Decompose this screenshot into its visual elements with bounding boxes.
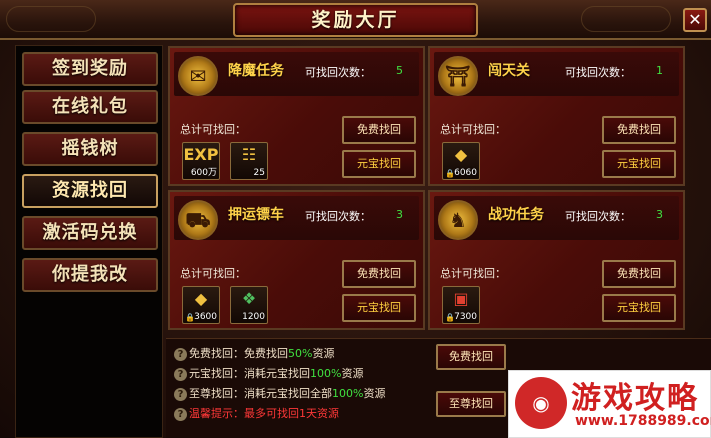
count-label: 可找回次数：	[305, 210, 371, 223]
recovery-panel-trial-pass: ⛩ 闯天关 可找回次数： 1 总计可找回： ◆ 🔒 6060 免费找回 元宝找回	[428, 46, 685, 186]
panel-title: 闯天关	[488, 63, 530, 79]
gold-recover-button[interactable]: 元宝找回	[602, 150, 676, 178]
note-percent: 100%	[310, 367, 342, 380]
note-text: 免费找回：免费找回	[189, 347, 288, 360]
item-quantity: 3600	[194, 312, 217, 322]
item-glyph: ☷	[241, 145, 257, 164]
item-glyph: ◆	[454, 145, 468, 164]
free-recover-button[interactable]: 免费找回	[342, 116, 416, 144]
count-value: 1	[656, 64, 663, 77]
panel-title: 战功任务	[488, 207, 544, 223]
item-quantity: 1200	[242, 312, 265, 322]
note-gold: ? 元宝找回：消耗元宝找回100%资源	[174, 365, 363, 381]
note-free: ? 免费找回：免费找回50%资源	[174, 345, 334, 361]
note-percent: 100%	[332, 387, 364, 400]
cart-icon: ⛟	[178, 200, 218, 240]
count-value: 5	[396, 64, 403, 77]
gold-ingot-icon[interactable]: ◆ 🔒 6060	[442, 142, 480, 180]
recovery-panel-escort-cart: ⛟ 押运镖车 可找回次数： 3 总计可找回： ◆ 🔒 3600 ❖ 1200 免…	[168, 190, 425, 330]
count-value: 3	[656, 208, 663, 221]
recovery-panel-demon-quest: ✉ 降魔任务 可找回次数： 5 总计可找回： EXP 600万 ☷ 25 免费找…	[168, 46, 425, 186]
note-text: 元宝找回：消耗元宝找回	[189, 367, 310, 380]
title-ornament-right	[581, 6, 671, 32]
gate-tower-icon: ⛩	[438, 56, 478, 96]
count-value: 3	[396, 208, 403, 221]
total-label: 总计可找回：	[180, 267, 246, 280]
item-glyph: ◆	[194, 289, 208, 308]
note-supreme: ? 至尊找回：消耗元宝找回全部100%资源	[174, 385, 385, 401]
title-ornament-left	[6, 6, 96, 32]
recovery-panel-merit-quest: ♞ 战功任务 可找回次数： 3 总计可找回： ▣ 🔒 7300 免费找回 元宝找…	[428, 190, 685, 330]
sidebar-item-money-tree[interactable]: 摇钱树	[22, 132, 158, 166]
seal-scroll-icon: ✉	[178, 56, 218, 96]
gamepad-logo-icon: ◉	[515, 377, 567, 429]
total-label: 总计可找回：	[180, 123, 246, 136]
scroll-icon[interactable]: ☷ 25	[230, 142, 268, 180]
note-suffix: 资源	[363, 387, 386, 400]
free-recover-button[interactable]: 免费找回	[602, 260, 676, 288]
note-percent: 50%	[288, 347, 313, 360]
item-quantity: 6060	[454, 168, 477, 178]
question-icon: ?	[174, 407, 187, 421]
free-recover-button[interactable]: 免费找回	[602, 116, 676, 144]
watermark-url: www.1788989.com	[575, 413, 711, 429]
site-watermark: ◉ 游戏攻略 www.1788989.com	[508, 370, 711, 438]
token-book-icon[interactable]: ▣ 🔒 7300	[442, 286, 480, 324]
item-quantity: 7300	[454, 312, 477, 322]
sidebar-item-resource-recovery[interactable]: 资源找回	[22, 174, 158, 208]
sidebar-item-feedback[interactable]: 你提我改	[22, 258, 158, 292]
title-bar: 奖励大厅 ✕	[0, 0, 711, 40]
count-label: 可找回次数：	[565, 66, 631, 79]
close-button[interactable]: ✕	[683, 8, 707, 32]
supreme-recover-button[interactable]: 至尊找回	[436, 391, 506, 417]
gold-ingot-icon[interactable]: ◆ 🔒 3600	[182, 286, 220, 324]
sidebar-item-code-redeem[interactable]: 激活码兑换	[22, 216, 158, 250]
gold-recover-button[interactable]: 元宝找回	[342, 294, 416, 322]
item-quantity: 25	[253, 168, 265, 178]
count-label: 可找回次数：	[305, 66, 371, 79]
window-title: 奖励大厅	[311, 9, 400, 31]
item-glyph: EXP	[183, 145, 219, 164]
total-label: 总计可找回：	[440, 123, 506, 136]
exp-icon[interactable]: EXP 600万	[182, 142, 220, 180]
item-glyph: ▣	[453, 289, 469, 308]
reward-hall-window: 奖励大厅 ✕ 签到奖励 在线礼包 摇钱树 资源找回 激活码兑换 你提我改 ✉ 降…	[0, 0, 711, 438]
note-text: 至尊找回：消耗元宝找回全部	[189, 387, 332, 400]
title-plate: 奖励大厅	[233, 3, 478, 37]
jade-icon[interactable]: ❖ 1200	[230, 286, 268, 324]
sidebar: 签到奖励 在线礼包 摇钱树 资源找回 激活码兑换 你提我改	[15, 45, 163, 438]
note-suffix: 资源	[312, 347, 335, 360]
panel-title: 降魔任务	[228, 63, 284, 79]
watermark-title: 游戏攻略	[571, 381, 699, 416]
sidebar-item-online-gift[interactable]: 在线礼包	[22, 90, 158, 124]
gold-recover-button[interactable]: 元宝找回	[342, 150, 416, 178]
free-recover-button[interactable]: 免费找回	[342, 260, 416, 288]
panel-title: 押运镖车	[228, 207, 284, 223]
question-icon: ?	[174, 347, 187, 361]
sidebar-item-sign-in[interactable]: 签到奖励	[22, 52, 158, 86]
question-icon: ?	[174, 367, 187, 381]
total-label: 总计可找回：	[440, 267, 506, 280]
question-icon: ?	[174, 387, 187, 401]
item-quantity: 600万	[190, 168, 217, 178]
count-label: 可找回次数：	[565, 210, 631, 223]
item-glyph: ❖	[241, 289, 257, 308]
gold-recover-button[interactable]: 元宝找回	[602, 294, 676, 322]
bottom-free-recover-button[interactable]: 免费找回	[436, 344, 506, 370]
note-text: 温馨提示：最多可找回1天资源	[189, 407, 339, 420]
note-suffix: 资源	[341, 367, 364, 380]
horseman-icon: ♞	[438, 200, 478, 240]
note-tip: ? 温馨提示：最多可找回1天资源	[174, 405, 339, 421]
